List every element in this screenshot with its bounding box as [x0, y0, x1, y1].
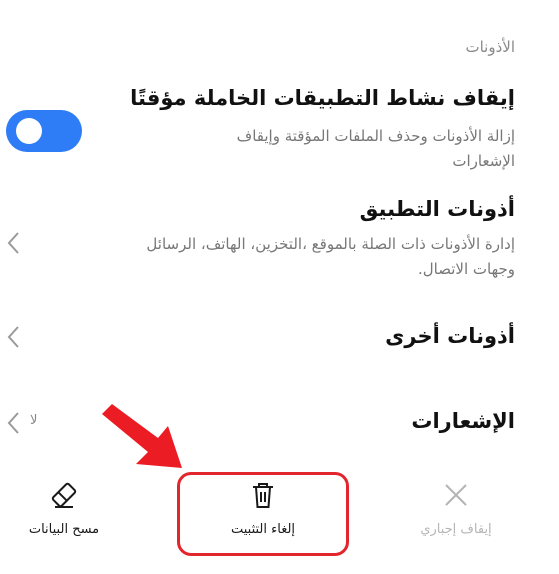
- chevron-left-icon: [6, 230, 22, 256]
- notifications-title: الإشعارات: [411, 409, 515, 433]
- toggle-knob: [16, 118, 42, 144]
- eraser-icon: [14, 480, 114, 514]
- red-arrow-annotation: [96, 398, 196, 480]
- app-permissions-desc-line2: وجهات الاتصال.: [417, 260, 515, 278]
- force-stop-button[interactable]: إيقاف إجباري: [404, 480, 508, 537]
- pause-idle-apps-desc-line2: الإشعارات: [452, 152, 515, 170]
- chevron-left-icon: [6, 410, 22, 436]
- app-permissions-desc: إدارة الأذونات ذات الصلة بالموقع ،التخزي…: [146, 232, 515, 282]
- pause-idle-apps-toggle[interactable]: [6, 110, 82, 152]
- pause-idle-apps-title: إيقاف نشاط التطبيقات الخاملة مؤقتًا: [130, 86, 515, 110]
- chevron-left-icon: [6, 324, 22, 350]
- uninstall-label: إلغاء التثبيت: [230, 522, 296, 537]
- force-stop-label: إيقاف إجباري: [420, 522, 492, 537]
- other-permissions-title: أذونات أخرى: [385, 324, 515, 348]
- uninstall-button[interactable]: إلغاء التثبيت: [196, 480, 330, 537]
- pause-idle-apps-desc: إزالة الأذونات وحذف الملفات المؤقتة وإيق…: [237, 124, 515, 174]
- clear-data-label: مسح البيانات: [28, 522, 100, 537]
- pause-idle-apps-desc-line1: إزالة الأذونات وحذف الملفات المؤقتة وإيق…: [236, 127, 515, 145]
- notifications-value: لا: [30, 413, 38, 428]
- close-icon: [404, 480, 508, 514]
- app-permissions-desc-line1: إدارة الأذونات ذات الصلة بالموقع ،التخزي…: [146, 235, 515, 253]
- app-permissions-title: أذونات التطبيق: [359, 197, 515, 221]
- section-header-permissions: الأذونات: [465, 38, 515, 56]
- trash-icon: [196, 480, 330, 514]
- clear-data-button[interactable]: مسح البيانات: [14, 480, 114, 537]
